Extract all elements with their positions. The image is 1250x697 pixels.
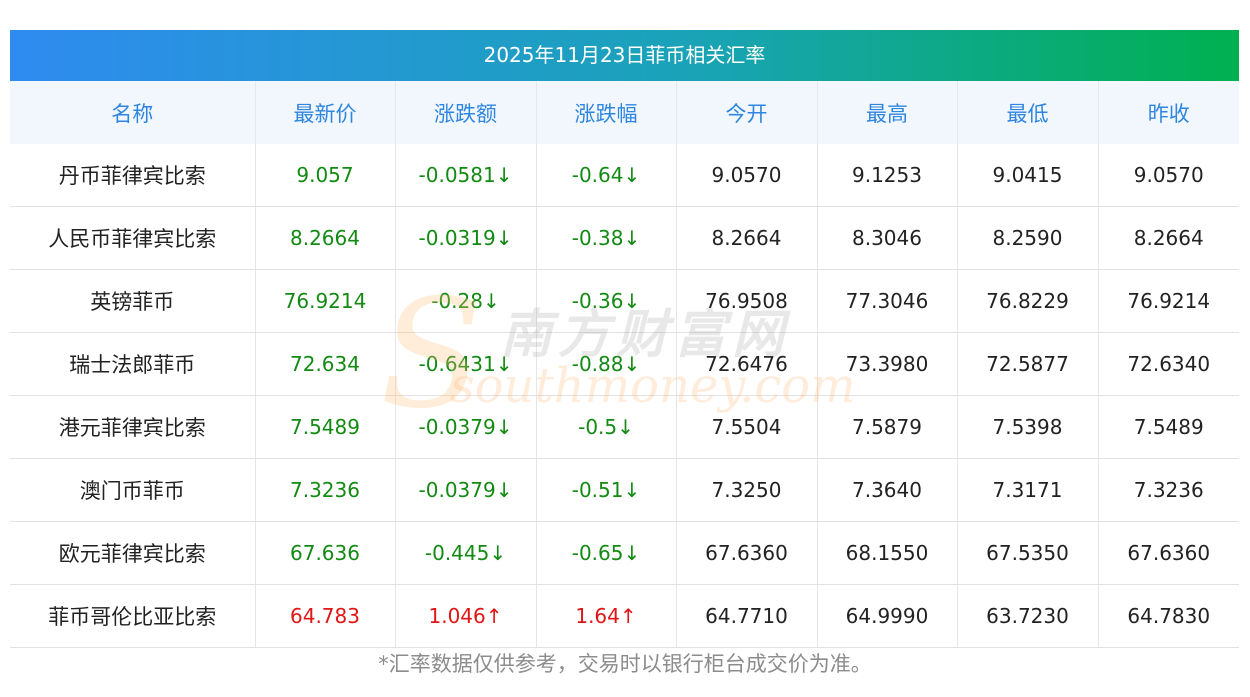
cell-change: -0.0581↓ (395, 144, 537, 207)
cell-prev: 7.5489 (1098, 395, 1239, 459)
cell-change: -0.445↓ (395, 521, 537, 585)
cell-latest: 76.9214 (255, 269, 396, 333)
cell-open: 72.6476 (676, 332, 818, 396)
cell-high: 8.3046 (817, 206, 958, 270)
table-row: 人民币菲律宾比索 8.2664 -0.0319↓ -0.38↓ 8.2664 8.3046… (10, 206, 1239, 270)
header-name: 名称 (10, 81, 256, 144)
cell-change: -0.6431↓ (395, 332, 537, 396)
cell-pct: -0.51↓ (536, 458, 677, 522)
cell-low: 67.5350 (957, 521, 1099, 585)
cell-change: -0.0379↓ (395, 458, 537, 522)
cell-name: 菲币哥伦比亚比索 (10, 584, 256, 648)
cell-pct: 1.64↑ (536, 584, 677, 648)
cell-high: 68.1550 (817, 521, 958, 585)
cell-prev: 76.9214 (1098, 269, 1239, 333)
exchange-rate-table: 名称 最新价 涨跌额 涨跌幅 今开 最高 最低 昨收 丹币菲律宾比索 9.057-… (10, 81, 1239, 648)
header-high: 最高 (817, 81, 958, 144)
cell-open: 64.7710 (676, 584, 818, 648)
cell-prev: 64.7830 (1098, 584, 1239, 648)
cell-name: 港元菲律宾比索 (10, 395, 256, 459)
cell-latest: 7.5489 (255, 395, 396, 459)
cell-change: -0.28↓ (395, 269, 537, 333)
cell-low: 63.7230 (957, 584, 1099, 648)
cell-high: 77.3046 (817, 269, 958, 333)
table-row: 欧元菲律宾比索 67.636 -0.445↓ -0.65↓ 67.6360 68.1550… (10, 521, 1239, 585)
cell-change: 1.046↑ (395, 584, 537, 648)
cell-open: 7.3250 (676, 458, 818, 522)
header-change: 涨跌额 (395, 81, 537, 144)
cell-high: 7.3640 (817, 458, 958, 522)
cell-pct: -0.88↓ (536, 332, 677, 396)
cell-open: 67.6360 (676, 521, 818, 585)
cell-low: 7.5398 (957, 395, 1099, 459)
cell-latest: 9.057 (255, 144, 396, 207)
cell-low: 8.2590 (957, 206, 1099, 270)
header-row: 名称 最新价 涨跌额 涨跌幅 今开 最高 最低 昨收 (10, 81, 1239, 144)
cell-name: 人民币菲律宾比索 (10, 206, 256, 270)
cell-pct: -0.64↓ (536, 144, 677, 207)
cell-latest: 72.634 (255, 332, 396, 396)
cell-open: 9.0570 (676, 144, 818, 207)
cell-open: 7.5504 (676, 395, 818, 459)
table-row: 英镑菲币 76.9214 -0.28↓ -0.36↓ 76.9508 77.3046 76.… (10, 269, 1239, 333)
header-low: 最低 (957, 81, 1099, 144)
cell-name: 瑞士法郎菲币 (10, 332, 256, 396)
table-row: 瑞士法郎菲币 72.634 -0.6431↓ -0.88↓ 72.6476 73.3980… (10, 332, 1239, 396)
table-title: 2025年11月23日菲币相关汇率 (10, 30, 1239, 81)
cell-latest: 64.783 (255, 584, 396, 648)
cell-prev: 9.0570 (1098, 144, 1239, 207)
table-row: 港元菲律宾比索 7.5489 -0.0379↓ -0.5↓ 7.5504 7.5879 7.… (10, 395, 1239, 459)
cell-high: 64.9990 (817, 584, 958, 648)
header-open: 今开 (676, 81, 818, 144)
cell-high: 9.1253 (817, 144, 958, 207)
cell-low: 9.0415 (957, 144, 1099, 207)
cell-name: 欧元菲律宾比索 (10, 521, 256, 585)
footnote: *汇率数据仅供参考，交易时以银行柜台成交价为准。 (378, 652, 872, 676)
cell-prev: 72.6340 (1098, 332, 1239, 396)
cell-pct: -0.38↓ (536, 206, 677, 270)
cell-latest: 7.3236 (255, 458, 396, 522)
cell-pct: -0.65↓ (536, 521, 677, 585)
header-latest: 最新价 (255, 81, 396, 144)
rate-table-container: 2025年11月23日菲币相关汇率 名称 最新价 涨跌额 涨跌幅 今开 最高 最… (10, 30, 1239, 648)
cell-low: 7.3171 (957, 458, 1099, 522)
cell-pct: -0.36↓ (536, 269, 677, 333)
cell-pct: -0.5↓ (536, 395, 677, 459)
table-row: 澳门币菲币 7.3236 -0.0379↓ -0.51↓ 7.3250 7.3640 7.3… (10, 458, 1239, 522)
cell-name: 英镑菲币 (10, 269, 256, 333)
table-row: 丹币菲律宾比索 9.057 -0.0581↓ -0.64↓ 9.0570 9.1253 9.… (10, 144, 1239, 207)
cell-high: 73.3980 (817, 332, 958, 396)
cell-change: -0.0319↓ (395, 206, 537, 270)
cell-open: 76.9508 (676, 269, 818, 333)
cell-change: -0.0379↓ (395, 395, 537, 459)
table-row: 菲币哥伦比亚比索 64.783 1.046↑ 1.64↑ 64.7710 64.9990 6… (10, 584, 1239, 648)
cell-low: 76.8229 (957, 269, 1099, 333)
cell-latest: 67.636 (255, 521, 396, 585)
cell-latest: 8.2664 (255, 206, 396, 270)
cell-name: 丹币菲律宾比索 (10, 144, 256, 207)
cell-open: 8.2664 (676, 206, 818, 270)
cell-name: 澳门币菲币 (10, 458, 256, 522)
cell-low: 72.5877 (957, 332, 1099, 396)
cell-prev: 7.3236 (1098, 458, 1239, 522)
cell-high: 7.5879 (817, 395, 958, 459)
header-prev: 昨收 (1098, 81, 1239, 144)
header-pct: 涨跌幅 (536, 81, 677, 144)
cell-prev: 67.6360 (1098, 521, 1239, 585)
cell-prev: 8.2664 (1098, 206, 1239, 270)
